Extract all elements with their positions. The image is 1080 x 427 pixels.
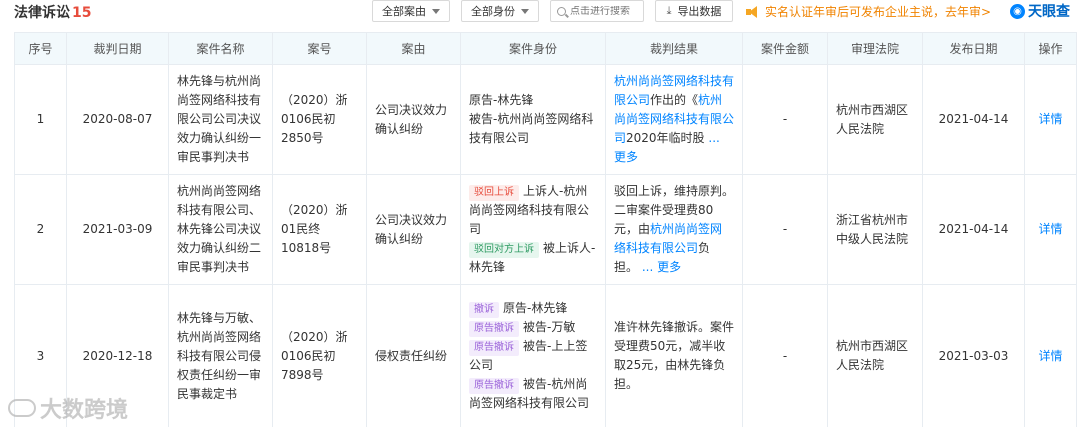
judgment-result: 杭州尚尚签网络科技有限公司作出的《杭州尚尚签网络科技有限公司2020年临时股 .…: [605, 64, 743, 175]
case-number: （2020）浙0106民初2850号: [272, 64, 367, 175]
brand-name: 天眼查: [1028, 4, 1070, 20]
export-label: 导出数据: [677, 5, 722, 18]
speaker-icon: [746, 5, 760, 18]
watermark: 大数跨境: [8, 392, 128, 424]
case-reason: 公司决议效力确认纠纷: [366, 174, 461, 285]
case-reason: 侵权责任纠纷: [366, 284, 461, 427]
notice-text[interactable]: 实名认证年审后可发布企业主说，去年审>: [765, 3, 991, 20]
court-name: 杭州市西湖区人民法院: [827, 64, 923, 175]
lawsuit-table: 序号 裁判日期 案件名称 案号 案由 案件身份 裁判结果 案件金额 审理法院 发…: [14, 32, 1077, 427]
case-count-badge: 15: [72, 5, 92, 21]
search-icon: [557, 6, 566, 16]
publish-date: 2021-04-14: [922, 64, 1025, 175]
chevron-down-icon: [432, 8, 440, 14]
status-tag: 驳回对方上诉: [469, 242, 539, 258]
row-index: 2: [14, 174, 67, 285]
filter-identity-dropdown[interactable]: 全部身份: [461, 0, 539, 22]
section-title-text: 法律诉讼: [14, 5, 70, 21]
column-header: 案件金额: [742, 32, 828, 65]
court-name: 杭州市西湖区人民法院: [827, 284, 923, 427]
detail-link[interactable]: 详情: [1038, 222, 1062, 236]
case-name: 杭州尚尚签网络科技有限公司、林先锋公司决议效力确认纠纷二审民事判决书: [168, 174, 273, 285]
result-text: 作出的《: [650, 93, 699, 107]
table-row: 2 2021-03-09 杭州尚尚签网络科技有限公司、林先锋公司决议效力确认纠纷…: [14, 174, 1077, 285]
court-name: 浙江省杭州市中级人民法院: [827, 174, 923, 285]
column-header: 裁判日期: [66, 32, 169, 65]
case-amount: -: [742, 64, 828, 175]
search-input[interactable]: [570, 5, 642, 17]
status-tag: 原告撤诉: [469, 378, 519, 394]
column-header: 裁判结果: [605, 32, 743, 65]
watermark-logo-icon: [8, 399, 36, 417]
section-header: 法律诉讼15 全部案由 全部身份 ⤓ 导出数据 实名认证年审后可发布企业主说，去…: [0, 0, 1080, 22]
column-header: 案件名称: [168, 32, 273, 65]
status-tag: 原告撤诉: [469, 340, 519, 356]
column-header: 操作: [1024, 32, 1077, 65]
column-header: 审理法院: [827, 32, 923, 65]
detail-link[interactable]: 详情: [1038, 112, 1062, 126]
more-link[interactable]: ... 更多: [642, 260, 681, 274]
brand-logo: ◉ 天眼查: [1010, 1, 1070, 21]
column-header: 案件身份: [460, 32, 606, 65]
identity-line: 原告-林先锋: [503, 301, 568, 315]
case-amount: -: [742, 284, 828, 427]
status-tag: 撤诉: [469, 302, 499, 318]
case-number: （2020）浙0106民初7898号: [272, 284, 367, 427]
eye-logo-icon: ◉: [1010, 3, 1025, 19]
detail-link[interactable]: 详情: [1038, 349, 1062, 363]
publish-date: 2021-03-03: [922, 284, 1025, 427]
case-amount: -: [742, 174, 828, 285]
watermark-text: 大数跨境: [40, 398, 129, 423]
case-identity: 驳回上诉 上诉人-杭州尚尚签网络科技有限公司 驳回对方上诉 被上诉人-林先锋: [460, 174, 606, 285]
export-button[interactable]: ⤓ 导出数据: [655, 0, 733, 22]
section-title: 法律诉讼 15: [14, 2, 91, 22]
case-name: 林先锋与万敏、杭州尚尚签网络科技有限公司侵权责任纠纷一审民事裁定书: [168, 284, 273, 427]
search-box[interactable]: [550, 0, 644, 22]
column-header: 发布日期: [922, 32, 1025, 65]
table-row: 1 2020-08-07 林先锋与杭州尚尚签网络科技有限公司公司决议效力确认纠纷…: [14, 64, 1077, 175]
result-text: 2020年临时股: [626, 131, 705, 145]
table-header-row: 序号 裁判日期 案件名称 案号 案由 案件身份 裁判结果 案件金额 审理法院 发…: [14, 32, 1077, 65]
identity-line: 被告-万敏: [523, 320, 576, 334]
column-header: 案号: [272, 32, 367, 65]
row-index: 1: [14, 64, 67, 175]
column-header: 案由: [366, 32, 461, 65]
filter-identity-label: 全部身份: [471, 5, 515, 18]
identity-line: 原告-林先锋: [469, 93, 534, 107]
judgment-date: 2020-08-07: [66, 64, 169, 175]
case-reason: 公司决议效力确认纠纷: [366, 64, 461, 175]
download-icon: ⤓: [666, 4, 672, 17]
status-tag: 驳回上诉: [469, 185, 519, 201]
case-identity: 原告-林先锋 被告-杭州尚尚签网络科技有限公司: [460, 64, 606, 175]
chevron-down-icon: [521, 8, 529, 14]
filter-reason-dropdown[interactable]: 全部案由: [372, 0, 450, 22]
column-header: 序号: [14, 32, 67, 65]
judgment-result: 驳回上诉，维持原判。二审案件受理费80元，由杭州尚尚签网络科技有限公司负担。 .…: [605, 174, 743, 285]
filter-reason-label: 全部案由: [382, 5, 426, 18]
judgment-result: 准许林先锋撤诉。案件受理费50元，减半收取25元，由林先锋负担。: [605, 284, 743, 427]
case-identity: 撤诉 原告-林先锋 原告撤诉 被告-万敏 原告撤诉 被告-上上签公司 原告撤诉 被告-杭…: [460, 284, 606, 427]
judgment-date: 2021-03-09: [66, 174, 169, 285]
verification-notice[interactable]: 实名认证年审后可发布企业主说，去年审>: [746, 3, 991, 20]
case-name: 林先锋与杭州尚尚签网络科技有限公司公司决议效力确认纠纷一审民事判决书: [168, 64, 273, 175]
case-number: （2020）浙01民终10818号: [272, 174, 367, 285]
identity-line: 被告-杭州尚尚签网络科技有限公司: [469, 112, 594, 145]
table-row: 3 2020-12-18 林先锋与万敏、杭州尚尚签网络科技有限公司侵权责任纠纷一…: [14, 284, 1077, 427]
status-tag: 原告撤诉: [469, 321, 519, 337]
publish-date: 2021-04-14: [922, 174, 1025, 285]
